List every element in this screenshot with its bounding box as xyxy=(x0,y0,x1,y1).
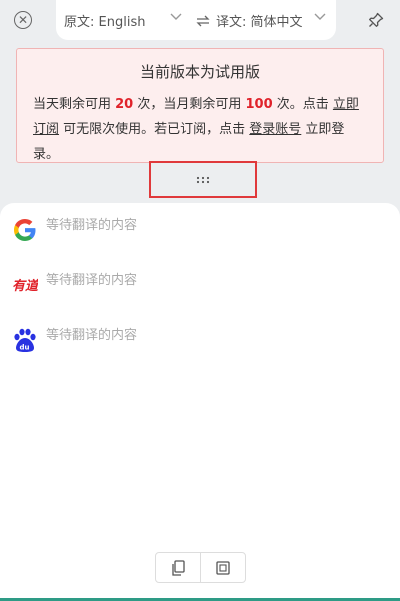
baidu-logo-icon: du xyxy=(14,328,36,352)
result-text: 等待翻译的内容 xyxy=(46,218,138,233)
swap-icon[interactable] xyxy=(196,15,210,27)
daily-remaining-count: 20 xyxy=(115,97,134,112)
notice-body: 当天剩余可用 20 次，当月剩余可用 100 次。点击 立即订阅 可无限次使用。… xyxy=(33,92,367,167)
notice-text: 当天剩余可用 xyxy=(33,97,116,112)
drag-dots-icon xyxy=(196,176,210,183)
chevron-down-icon[interactable] xyxy=(314,13,326,21)
result-text: 等待翻译的内容 xyxy=(46,273,138,288)
screenshot-button[interactable] xyxy=(200,553,245,582)
bottom-toolbar xyxy=(155,552,246,583)
top-bar: ✕ 原文: English 译文: 简体中文 xyxy=(0,0,400,40)
chevron-down-icon[interactable] xyxy=(170,13,182,21)
target-language-select[interactable]: 译文: 简体中文 xyxy=(196,11,303,30)
language-selector: 原文: English 译文: 简体中文 xyxy=(56,0,336,40)
svg-text:有道: 有道 xyxy=(12,278,38,294)
login-link[interactable]: 登录账号 xyxy=(249,122,301,137)
youdao-logo-icon: 有道 xyxy=(12,278,38,294)
target-language-label: 译文: 简体中文 xyxy=(216,15,303,30)
notice-text: 可无限次使用。若已订阅，点击 xyxy=(59,122,250,137)
copy-button[interactable] xyxy=(156,553,200,582)
svg-text:du: du xyxy=(20,344,30,352)
screenshot-icon xyxy=(216,560,230,575)
result-item-baidu[interactable]: du 等待翻译的内容 xyxy=(12,327,137,355)
source-language-select[interactable]: 原文: English xyxy=(64,11,145,30)
result-text: 等待翻译的内容 xyxy=(46,328,138,343)
trial-notice: 当前版本为试用版 当天剩余可用 20 次，当月剩余可用 100 次。点击 立即订… xyxy=(16,48,384,163)
source-language-label: 原文: English xyxy=(64,15,146,30)
translation-results-panel: 等待翻译的内容 有道 等待翻译的内容 du 等待翻译的内容 xyxy=(0,203,400,601)
notice-title: 当前版本为试用版 xyxy=(139,63,260,81)
result-item-youdao[interactable]: 有道 等待翻译的内容 xyxy=(12,272,137,300)
monthly-remaining-count: 100 xyxy=(245,97,273,112)
drag-handle[interactable] xyxy=(149,161,257,198)
notice-text: 次，当月剩余可用 xyxy=(133,97,246,112)
pin-icon[interactable] xyxy=(366,10,386,30)
notice-text: 次。点击 xyxy=(272,97,333,112)
close-icon[interactable]: ✕ xyxy=(14,11,32,29)
google-logo-icon xyxy=(14,219,36,241)
result-item-google[interactable]: 等待翻译的内容 xyxy=(12,217,137,245)
copy-icon xyxy=(172,559,185,576)
